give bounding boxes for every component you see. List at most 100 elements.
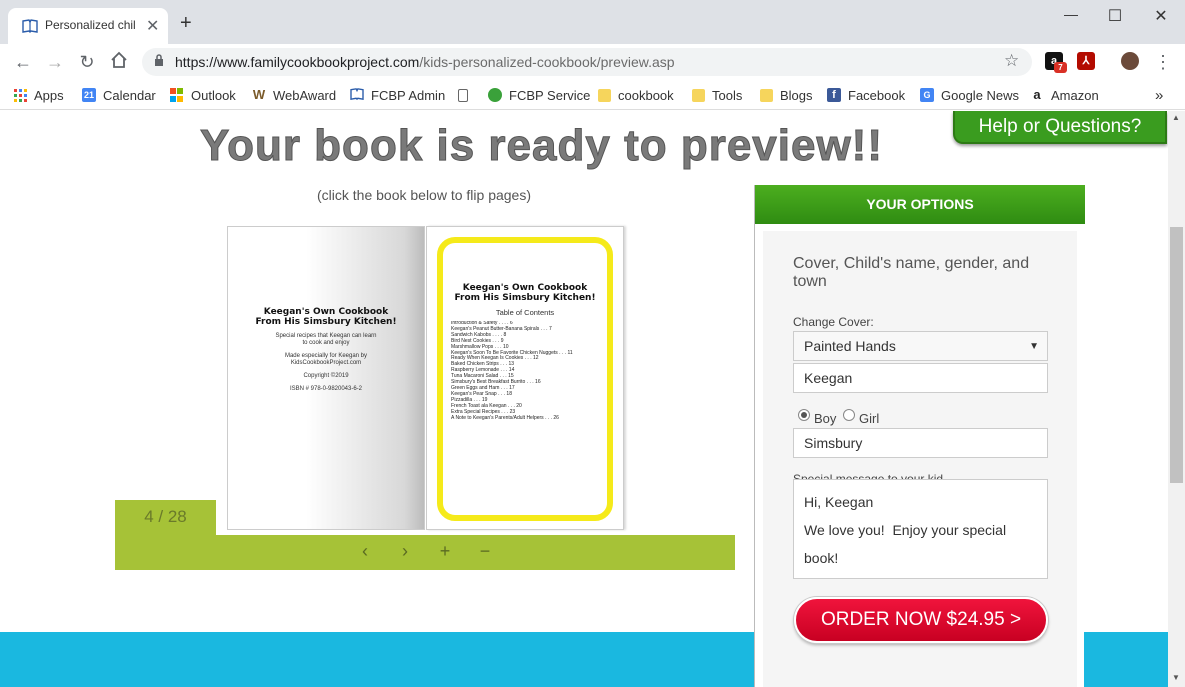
home-icon[interactable]	[108, 51, 130, 73]
google-news-icon: G	[920, 88, 934, 102]
bookmark-label: Calendar	[103, 87, 156, 103]
yellow-page-frame: Keegan's Own Cookbook From His Simsbury …	[437, 237, 613, 521]
extension-badge: 7	[1054, 62, 1067, 73]
bookmark-label: WebAward	[273, 87, 337, 103]
page-icon	[458, 88, 468, 102]
chevron-down-icon: ▼	[1029, 341, 1039, 352]
child-name-field[interactable]: Keegan	[793, 363, 1048, 393]
facebook-icon: f	[827, 88, 841, 102]
bookmark-google-news[interactable]: G Google News	[920, 86, 1019, 104]
bookmark-star-icon[interactable]: ☆	[1004, 51, 1019, 71]
bookmark-label: FCBP Admin	[371, 87, 446, 103]
microsoft-icon	[170, 88, 184, 102]
bookmark-cookbook[interactable]: cookbook	[598, 86, 674, 104]
book-icon	[350, 88, 364, 102]
minimize-icon[interactable]: —	[1059, 6, 1083, 26]
help-button[interactable]: Help or Questions?	[953, 111, 1167, 144]
bookmark-label: Google News	[941, 87, 1020, 103]
cover-select-value: Painted Hands	[804, 338, 896, 354]
bookmark-label: Blogs	[780, 87, 813, 103]
bookmark-calendar[interactable]: 21 Calendar	[82, 86, 156, 104]
options-header: YOUR OPTIONS	[755, 185, 1085, 224]
menu-icon[interactable]: ⋮	[1152, 51, 1174, 73]
maximize-icon[interactable]: ☐	[1103, 6, 1127, 26]
reload-icon[interactable]: ↻	[76, 51, 98, 73]
bookmark-label: Apps	[34, 87, 64, 103]
town-field[interactable]: Simsbury	[793, 428, 1048, 458]
title-page-line: KidsCookbookProject.com	[290, 360, 362, 366]
bookmark-amazon[interactable]: a Amazon	[1030, 86, 1099, 104]
title-page-line: Copyright ©2019	[303, 373, 349, 379]
zoom-in-icon[interactable]: +	[435, 541, 455, 562]
prev-page-icon[interactable]: ‹	[355, 541, 375, 562]
book-title-right: Keegan's Own Cookbook From His Simsbury …	[454, 283, 596, 303]
options-panel: YOUR OPTIONS Cover, Child's name, gender…	[754, 185, 1085, 687]
bookmark-fcbp-service[interactable]: FCBP Service	[488, 86, 590, 104]
scroll-up-icon[interactable]: ▲	[1172, 113, 1180, 122]
gender-girl-label: Girl	[859, 411, 880, 426]
webaward-icon: W	[252, 87, 266, 102]
gender-boy-label: Boy	[814, 411, 837, 426]
title-page-line: ISBN # 978-0-9820043-6-2	[289, 386, 363, 392]
bookmark-label: FCBP Service	[509, 87, 591, 103]
tab-title: Personalized chil	[45, 18, 136, 32]
profile-avatar[interactable]	[1121, 52, 1139, 70]
bookmark-webaward[interactable]: W WebAward	[252, 86, 336, 104]
next-page-icon[interactable]: ›	[395, 541, 415, 562]
pdf-extension-icon[interactable]: ⅄	[1077, 52, 1095, 70]
bookmark-label: cookbook	[618, 87, 674, 103]
flipbook[interactable]: Keegan's Own Cookbook From His Simsbury …	[227, 226, 624, 530]
bookmark-label: Amazon	[1051, 87, 1099, 103]
lock-icon	[154, 54, 164, 70]
bookmark-apps[interactable]: Apps	[14, 86, 64, 104]
forward-icon[interactable]: →	[44, 51, 66, 73]
window-close-icon[interactable]: ✕	[1149, 6, 1173, 26]
bookmarks-overflow-icon[interactable]: »	[1155, 86, 1163, 104]
back-icon[interactable]: ←	[12, 51, 34, 73]
bookmark-blogs[interactable]: Blogs	[760, 86, 813, 104]
new-tab-icon[interactable]: +	[180, 13, 192, 33]
address-bar[interactable]: https://www.familycookbookproject.com/ki…	[142, 48, 1032, 76]
bookmark-label: Outlook	[191, 87, 236, 103]
cover-select[interactable]: Painted Hands ▼	[793, 331, 1048, 361]
book-title-left: Keegan's Own Cookbook From His Simsbury …	[255, 307, 397, 327]
book-title-page-text: Special recipes that Keegan can learn to …	[228, 333, 424, 393]
change-cover-label: Change Cover:	[793, 315, 874, 329]
url-path: /kids-personalized-cookbook/preview.asp	[419, 54, 675, 70]
gender-girl-radio[interactable]	[843, 409, 855, 421]
book-right-page[interactable]: Keegan's Own Cookbook From His Simsbury …	[426, 226, 624, 530]
page-title: Your book is ready to preview!!	[200, 121, 883, 171]
bookmark-fcbp-admin[interactable]: FCBP Admin	[350, 86, 445, 104]
page-scrollbar[interactable]: ▲ ▼	[1168, 111, 1185, 687]
special-message-textarea[interactable]: Hi, Keegan We love you! Enjoy your speci…	[793, 479, 1048, 579]
apps-icon	[14, 88, 27, 102]
title-page-line: Made especially for Keegan by	[284, 353, 368, 359]
bookmark-tools[interactable]: Tools	[692, 86, 742, 104]
order-now-button[interactable]: ORDER NOW $24.95 >	[794, 597, 1048, 643]
bookmark-facebook[interactable]: f Facebook	[827, 86, 905, 104]
gender-boy-radio[interactable]	[798, 409, 810, 421]
url-domain: https://www.familycookbookproject.com	[175, 54, 420, 70]
book-favicon-icon	[22, 19, 38, 33]
bookmark-label: Tools	[712, 87, 743, 103]
bookmarks-bar: Apps 21 Calendar Outlook W WebAward FCBP…	[0, 80, 1185, 110]
zoom-out-icon[interactable]: −	[475, 541, 495, 562]
bookmark-outlook[interactable]: Outlook	[170, 86, 236, 104]
tab-bar: Personalized chil ✕ + — ☐ ✕	[0, 0, 1185, 44]
toc-title: Table of Contents	[495, 308, 555, 317]
bookmark-page[interactable]	[458, 86, 475, 104]
flipbook-controls: ‹ › + −	[115, 535, 735, 570]
browser-tab[interactable]: Personalized chil ✕	[8, 8, 168, 44]
options-heading: Cover, Child's name, gender, and town	[793, 255, 1030, 290]
scroll-down-icon[interactable]: ▼	[1172, 673, 1180, 682]
options-form: Cover, Child's name, gender, and town Ch…	[763, 231, 1077, 687]
page-counter: 4 / 28	[115, 500, 216, 536]
scroll-thumb[interactable]	[1170, 227, 1183, 483]
folder-icon	[598, 88, 611, 102]
title-page-line: to cook and enjoy	[302, 340, 350, 346]
amazon-icon: a	[1030, 88, 1044, 102]
flip-instruction: (click the book below to flip pages)	[317, 187, 531, 203]
book-left-page[interactable]: Keegan's Own Cookbook From His Simsbury …	[227, 226, 425, 530]
tab-close-icon[interactable]: ✕	[146, 16, 159, 36]
page-content: Your book is ready to preview!! Help or …	[0, 111, 1168, 687]
